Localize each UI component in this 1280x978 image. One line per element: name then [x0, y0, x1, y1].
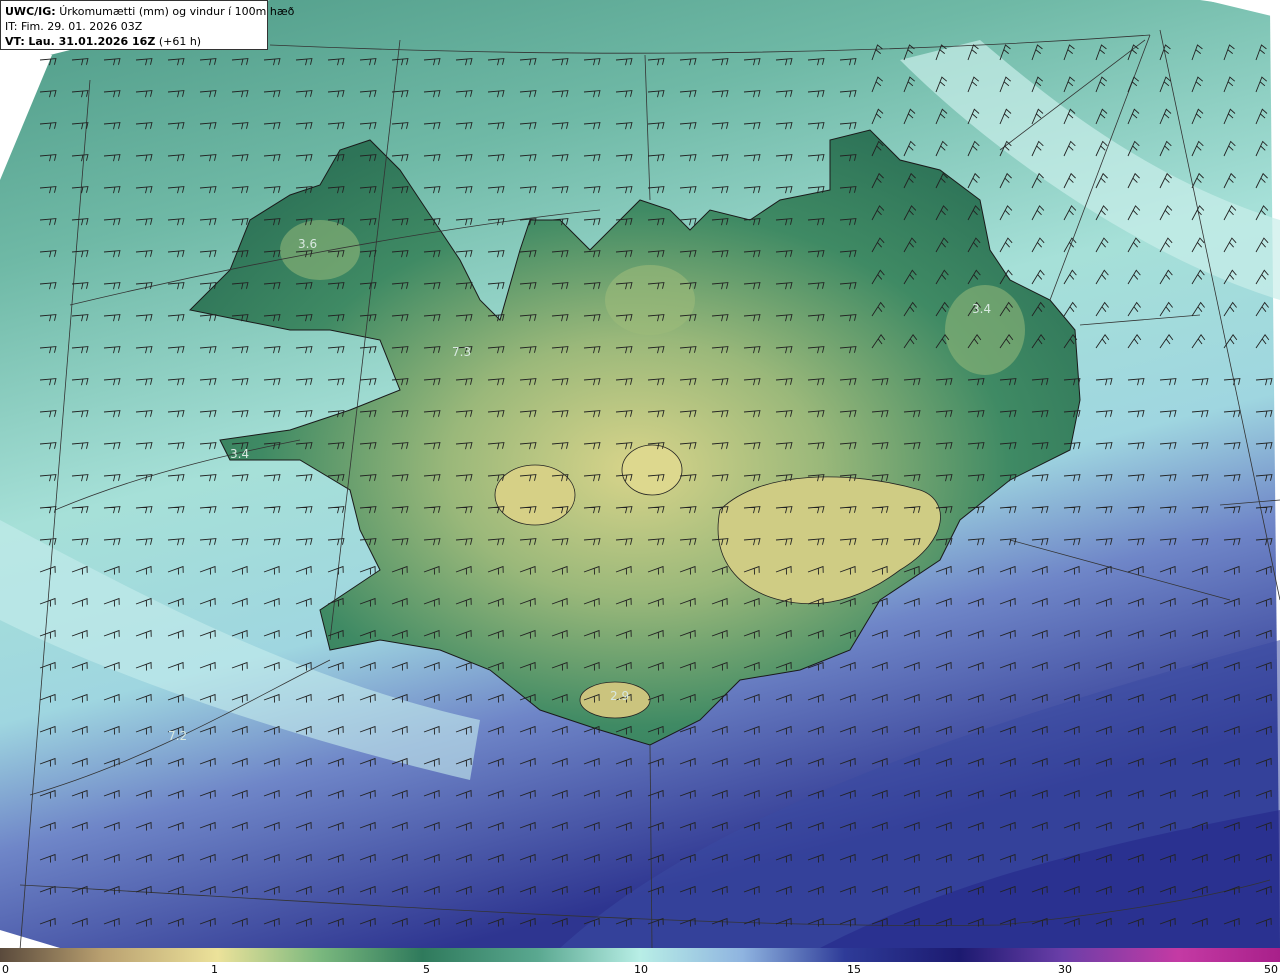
colorbar-tick-label: 5: [423, 963, 430, 976]
colorbar-tick-label: 15: [847, 963, 861, 976]
title-line: UWC/IG: Úrkomumætti (mm) og vindur í 100…: [5, 4, 294, 19]
colorbar-tick-label: 50: [1264, 963, 1278, 976]
precipitation-map: 3.6 3.4 7.3 3.4 2.9 7.2: [0, 0, 1280, 948]
langjokull: [494, 464, 576, 526]
init-label: IT:: [5, 20, 18, 33]
westfjords-high: [280, 220, 360, 280]
map-value-label: 2.9: [610, 689, 629, 703]
model-name: UWC/IG:: [5, 5, 56, 18]
init-time-line: IT: Fim. 29. 01. 2026 03Z: [5, 19, 263, 34]
colorbar-labels: 0 1 5 10 15 30 50: [0, 962, 1280, 978]
valid-time-line: VT: Lau. 31.01.2026 16Z (+61 h): [5, 34, 263, 49]
hofsjokull: [621, 444, 683, 496]
map-value-label: 3.4: [972, 302, 991, 316]
valid-time: Lau. 31.01.2026 16Z: [28, 35, 156, 48]
north-high: [605, 265, 695, 335]
map-value-label: 3.4: [230, 447, 249, 461]
colorbar-tick-label: 0: [2, 963, 9, 976]
east-high: [945, 285, 1025, 375]
map-value-label: 3.6: [298, 237, 317, 251]
map-value-label: 7.3: [452, 345, 471, 359]
map-value-label: 7.2: [168, 729, 187, 743]
lead-time: (+61 h): [158, 35, 202, 48]
map-title: Úrkomumætti (mm) og vindur í 100m hæð: [59, 5, 295, 18]
init-time: Fim. 29. 01. 2026 03Z: [20, 20, 143, 33]
colorbar: [0, 948, 1280, 962]
valid-label: VT:: [5, 35, 25, 48]
title-box: UWC/IG: Úrkomumætti (mm) og vindur í 100…: [0, 0, 294, 50]
colorbar-tick-label: 1: [211, 963, 218, 976]
colorbar-tick-label: 10: [634, 963, 648, 976]
colorbar-tick-label: 30: [1058, 963, 1072, 976]
